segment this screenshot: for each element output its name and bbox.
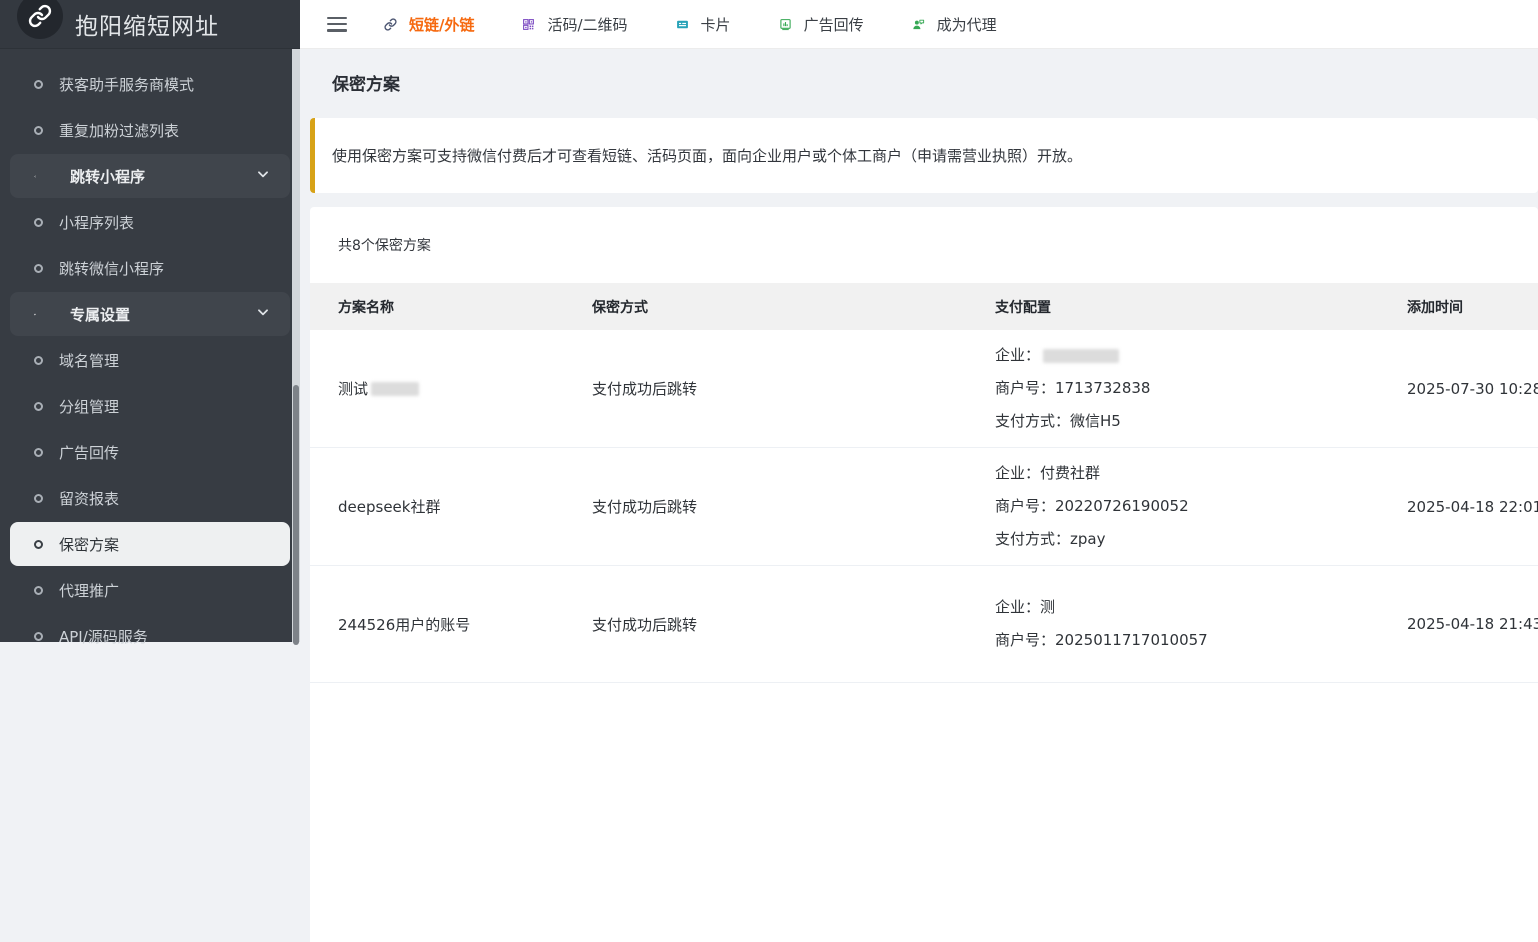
palette-icon [34, 305, 53, 324]
info-alert: 使用保密方案可支持微信付费后才可查看短链、活码页面，面向企业用户或个体工商户（申… [310, 118, 1538, 193]
card-icon [676, 15, 695, 34]
bullet-icon [34, 632, 43, 641]
column-header: 方案名称 [338, 297, 592, 317]
sidebar: 抱阳缩短网址 获客助手服务商模式 重复加粉过滤列表 跳转小程序 小程序列表 跳转… [0, 0, 300, 642]
created-time-cell: 2025-07-30 10:28:04 [1407, 330, 1538, 447]
sidebar-group-label: 跳转小程序 [70, 166, 145, 187]
bullet-icon [34, 448, 43, 457]
redacted-text [1043, 349, 1119, 363]
pay-config-cell: 企业：测 商户号：2025011717010057 [995, 566, 1407, 682]
pay-config-cell: 企业：付费社群 商户号：20220726190052 支付方式：zpay [995, 448, 1407, 565]
sidebar-item-label: 分组管理 [59, 396, 119, 417]
hamburger-menu-icon[interactable] [327, 17, 347, 32]
table-row[interactable]: deepseek社群 支付成功后跳转 企业：付费社群 商户号：202207261… [310, 448, 1538, 566]
sidebar-group-label: 专属设置 [70, 304, 130, 325]
created-time-cell: 2025-04-18 21:43:39 [1407, 566, 1538, 682]
mini-program-icon [34, 167, 53, 186]
main-content: 保密方案 使用保密方案可支持微信付费后才可查看短链、活码页面，面向企业用户或个体… [300, 49, 1538, 642]
bullet-icon [34, 80, 43, 89]
link-icon [384, 15, 403, 34]
bullet-icon [34, 218, 43, 227]
secrecy-method-cell: 支付成功后跳转 [592, 566, 995, 682]
bullet-icon [34, 264, 43, 273]
topnav-item-label: 短链/外链 [409, 14, 474, 35]
topnav-item-label: 广告回传 [804, 14, 864, 35]
bullet-icon [34, 356, 43, 365]
column-header: 支付配置 [995, 297, 1407, 317]
secrecy-method-cell: 支付成功后跳转 [592, 330, 995, 447]
topnav-item-成为代理[interactable]: 成为代理 [912, 14, 997, 35]
bullet-icon [34, 540, 43, 549]
sidebar-item-label: 小程序列表 [59, 212, 134, 233]
created-time-cell: 2025-04-18 22:01:37 [1407, 448, 1538, 565]
chevron-down-icon [256, 305, 270, 323]
sidebar-item-重复加粉过滤列表[interactable]: 重复加粉过滤列表 [0, 107, 300, 153]
table-row[interactable]: 测试 支付成功后跳转 企业： 商户号：1713732838 支付方式：微信H5 … [310, 330, 1538, 448]
topnav-items: 短链/外链 活码/二维码 卡片 广告回传 成为代理 [384, 14, 1045, 35]
secrecy-method-cell: 支付成功后跳转 [592, 448, 995, 565]
topnav-item-label: 成为代理 [937, 14, 997, 35]
sidebar-item-跳转微信小程序[interactable]: 跳转微信小程序 [0, 245, 300, 291]
sidebar-item-留资报表[interactable]: 留资报表 [0, 475, 300, 521]
topnav-item-卡片[interactable]: 卡片 [676, 14, 731, 35]
agent-icon [912, 15, 931, 34]
bullet-icon [34, 402, 43, 411]
topnav-item-活码/二维码[interactable]: 活码/二维码 [522, 14, 627, 35]
column-header: 添加时间 [1407, 297, 1538, 317]
chain-link-icon [28, 4, 52, 28]
top-navbar: 短链/外链 活码/二维码 卡片 广告回传 成为代理 [300, 0, 1538, 49]
app-logo-bar: 抱阳缩短网址 [0, 0, 300, 49]
app-title: 抱阳缩短网址 [75, 7, 219, 41]
sidebar-item-域名管理[interactable]: 域名管理 [0, 337, 300, 383]
table-row[interactable]: 244526用户的账号 支付成功后跳转 企业：测 商户号：20250117170… [310, 566, 1538, 683]
sidebar-item-label: 重复加粉过滤列表 [59, 120, 179, 141]
sidebar-item-label: 广告回传 [59, 442, 119, 463]
redacted-text [371, 382, 419, 396]
column-header: 保密方式 [592, 297, 995, 317]
topnav-item-label: 活码/二维码 [547, 14, 627, 35]
info-alert-text: 使用保密方案可支持微信付费后才可查看短链、活码页面，面向企业用户或个体工商户（申… [332, 145, 1082, 166]
qrcode-icon [522, 15, 541, 34]
bullet-icon [34, 126, 43, 135]
sidebar-item-label: 留资报表 [59, 488, 119, 509]
sidebar-item-分组管理[interactable]: 分组管理 [0, 383, 300, 429]
app-logo [17, 0, 63, 39]
table-body: 测试 支付成功后跳转 企业： 商户号：1713732838 支付方式：微信H5 … [310, 330, 1538, 683]
sidebar-item-代理推广[interactable]: 代理推广 [0, 567, 300, 613]
sidebar-item-label: API/源码服务 [59, 626, 148, 647]
ad-callback-icon [779, 15, 798, 34]
sidebar-item-广告回传[interactable]: 广告回传 [0, 429, 300, 475]
sidebar-item-label: 获客助手服务商模式 [59, 74, 194, 95]
plan-count: 共8个保密方案 [310, 207, 1538, 283]
sidebar-item-label: 域名管理 [59, 350, 119, 371]
sidebar-menu: 获客助手服务商模式 重复加粉过滤列表 跳转小程序 小程序列表 跳转微信小程序 专… [0, 49, 300, 659]
sidebar-item-小程序列表[interactable]: 小程序列表 [0, 199, 300, 245]
sidebar-item-获客助手服务商模式[interactable]: 获客助手服务商模式 [0, 61, 300, 107]
sidebar-group-跳转小程序[interactable]: 跳转小程序 [10, 154, 290, 198]
table-header-row: 方案名称保密方式支付配置添加时间 [310, 283, 1538, 330]
topnav-item-短链/外链[interactable]: 短链/外链 [384, 14, 474, 35]
bullet-icon [34, 586, 43, 595]
sidebar-item-API/源码服务[interactable]: API/源码服务 [0, 613, 300, 659]
pay-config-cell: 企业： 商户号：1713732838 支付方式：微信H5 [995, 330, 1407, 447]
bullet-icon [34, 494, 43, 503]
sidebar-item-label: 保密方案 [59, 534, 119, 555]
plan-name-cell: 测试 [338, 330, 592, 447]
sidebar-group-专属设置[interactable]: 专属设置 [10, 292, 290, 336]
sidebar-item-label: 代理推广 [59, 580, 119, 601]
sidebar-scrollbar-thumb[interactable] [293, 385, 299, 645]
chevron-down-icon [256, 167, 270, 185]
topnav-item-label: 卡片 [701, 14, 731, 35]
page-title: 保密方案 [332, 70, 400, 95]
plan-name-cell: 244526用户的账号 [338, 566, 592, 682]
plan-name-cell: deepseek社群 [338, 448, 592, 565]
plans-card: 共8个保密方案 方案名称保密方式支付配置添加时间 测试 支付成功后跳转 企业： … [310, 207, 1538, 942]
topnav-item-广告回传[interactable]: 广告回传 [779, 14, 864, 35]
sidebar-item-label: 跳转微信小程序 [59, 258, 164, 279]
sidebar-item-保密方案[interactable]: 保密方案 [10, 522, 290, 566]
